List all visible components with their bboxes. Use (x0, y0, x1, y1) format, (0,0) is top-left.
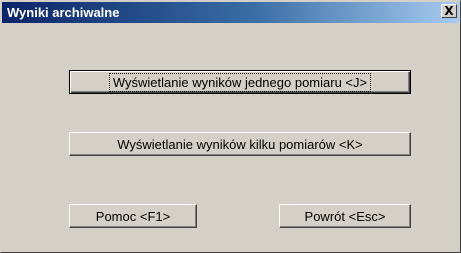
button-label: Powrót <Esc> (304, 208, 386, 224)
close-button[interactable]: X (441, 4, 457, 18)
button-label: Wyświetlanie wyników kilku pomiarów <K> (117, 136, 363, 152)
show-multiple-measurements-button[interactable]: Wyświetlanie wyników kilku pomiarów <K> (69, 132, 411, 156)
button-label: Pomoc <F1> (95, 208, 171, 224)
show-single-measurement-button[interactable]: Wyświetlanie wyników jednego pomiaru <J> (69, 70, 411, 94)
back-button[interactable]: Powrót <Esc> (279, 204, 411, 228)
help-button[interactable]: Pomoc <F1> (69, 204, 197, 228)
window-title: Wyniki archiwalne (7, 5, 120, 20)
button-label: Wyświetlanie wyników jednego pomiaru <J> (108, 72, 372, 92)
title-bar[interactable]: Wyniki archiwalne X (2, 2, 459, 23)
close-icon: X (444, 4, 454, 18)
dialog-window: Wyniki archiwalne X Wyświetlanie wyników… (0, 0, 461, 253)
